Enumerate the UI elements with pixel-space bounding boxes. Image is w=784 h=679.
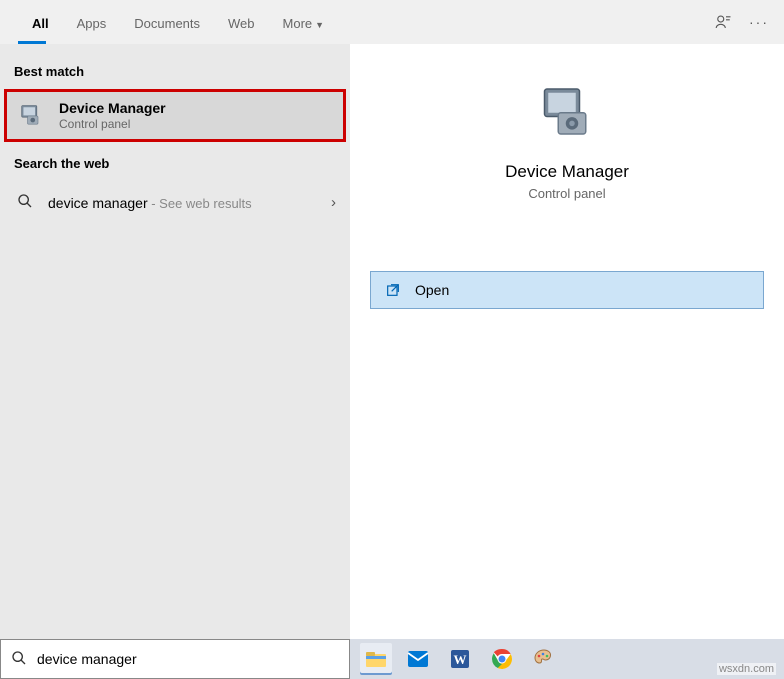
taskbar-app-chrome[interactable]: [486, 643, 518, 675]
preview-subtitle: Control panel: [528, 186, 605, 201]
feedback-icon[interactable]: [708, 7, 738, 37]
preview-title: Device Manager: [505, 162, 629, 182]
web-result[interactable]: device manager - See web results ›: [0, 179, 350, 226]
chevron-down-icon: ▼: [315, 20, 324, 30]
section-best-match: Best match: [0, 64, 350, 87]
watermark: wsxdn.com: [717, 663, 776, 675]
search-input[interactable]: [37, 651, 339, 667]
device-manager-large-icon: [537, 84, 597, 144]
taskbar-app-explorer[interactable]: [360, 643, 392, 675]
tab-web[interactable]: Web: [214, 4, 269, 41]
web-hint-text: - See web results: [148, 196, 252, 211]
search-icon: [14, 193, 36, 212]
tab-apps[interactable]: Apps: [63, 4, 121, 41]
open-icon: [385, 282, 401, 298]
search-input-bar[interactable]: [0, 639, 350, 679]
taskbar-app-word[interactable]: W: [444, 643, 476, 675]
section-search-web: Search the web: [0, 156, 350, 179]
result-device-manager[interactable]: Device Manager Control panel: [4, 89, 346, 142]
active-tab-indicator: [18, 41, 46, 44]
result-subtitle: Control panel: [59, 117, 166, 131]
svg-text:W: W: [454, 652, 467, 667]
result-title: Device Manager: [59, 100, 166, 116]
tab-documents[interactable]: Documents: [120, 4, 214, 41]
search-icon: [11, 650, 27, 669]
more-options-icon[interactable]: ···: [744, 7, 774, 37]
preview-pane: Device Manager Control panel Open: [350, 44, 784, 639]
web-query-text: device manager: [48, 195, 148, 211]
filter-tabs: All Apps Documents Web More▼ ···: [0, 0, 784, 44]
device-manager-icon: [17, 102, 45, 130]
open-label: Open: [415, 282, 449, 298]
results-list: Best match Device Manager Control panel …: [0, 44, 350, 639]
tab-more[interactable]: More▼: [269, 4, 339, 41]
taskbar-app-mail[interactable]: [402, 643, 434, 675]
chevron-right-icon: ›: [331, 194, 336, 211]
taskbar-app-paint[interactable]: [528, 643, 560, 675]
open-button[interactable]: Open: [370, 271, 764, 309]
tab-all[interactable]: All: [18, 4, 63, 41]
